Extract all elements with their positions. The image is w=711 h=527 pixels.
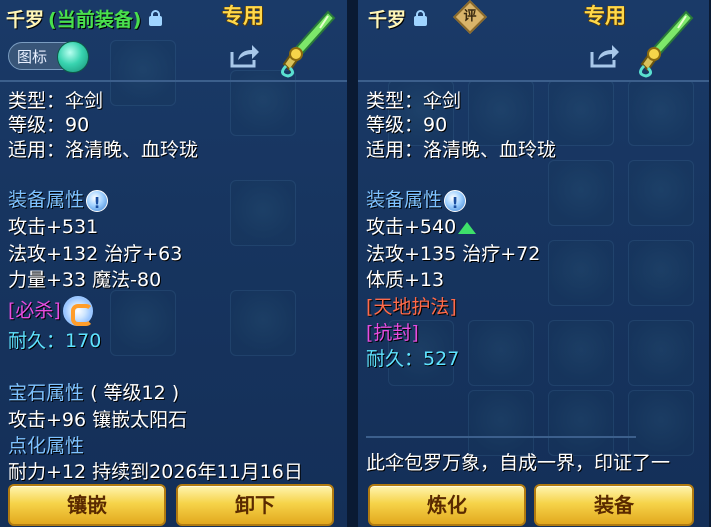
level-line: 等级：90 xyxy=(8,114,90,136)
up-arrow-icon xyxy=(458,221,477,234)
durability-label: 耐久： xyxy=(8,330,66,352)
exclusive-label: 专用 xyxy=(584,4,626,28)
attack-line: 攻击+540 xyxy=(366,214,477,240)
description-divider xyxy=(366,436,636,438)
item-description: 此伞包罗万象，自成一界，印证了一 xyxy=(366,452,671,474)
attr-line: 法攻+135 治疗+72 xyxy=(366,243,541,265)
item-title: 千罗 (当前装备) xyxy=(6,4,163,32)
attr-line: 法攻+132 治疗+63 xyxy=(8,243,183,265)
attr-line: 体质+13 xyxy=(366,269,445,291)
equip-button[interactable]: 装备 xyxy=(534,484,694,526)
attr-title: 装备属性 xyxy=(366,189,443,211)
suitable-line: 适用：洛清晚、血玲珑 xyxy=(8,139,199,161)
durability-value: 527 xyxy=(423,348,460,370)
gem-level: ( 等级12 ) xyxy=(90,382,180,404)
durability-line: 耐久：170 xyxy=(8,328,101,354)
crit-skill-icon[interactable] xyxy=(62,296,93,326)
gem-section: 宝石属性 ( 等级12 ) xyxy=(8,380,179,406)
header-divider xyxy=(0,80,347,82)
special-skill-line: [必杀] xyxy=(8,296,93,326)
special-skill: [抗封] xyxy=(366,322,419,344)
gem-title: 宝石属性 xyxy=(8,382,85,404)
info-icon[interactable] xyxy=(444,189,467,216)
durability-label: 耐久： xyxy=(366,348,424,370)
item-name: 千罗 xyxy=(368,8,407,31)
info-icon[interactable] xyxy=(86,189,109,216)
attr-line: 攻击+531 xyxy=(8,216,99,238)
refine-title: 点化属性 xyxy=(8,435,85,457)
current-equipment-panel: 千罗 (当前装备) 专用 图标 类型：伞剑 等级：90 适用：洛清晚、血玲珑 装… xyxy=(0,0,349,527)
suitable-line: 适用：洛清晚、血玲珑 xyxy=(366,139,557,161)
eval-badge-text: 评 xyxy=(463,9,477,24)
exclusive-label: 专用 xyxy=(222,4,264,28)
durability-value: 170 xyxy=(65,330,102,352)
unequip-button[interactable]: 卸下 xyxy=(176,484,334,526)
level-line: 等级：90 xyxy=(366,114,448,136)
header-divider xyxy=(358,80,709,82)
attr-line: 力量+33 魔法-80 xyxy=(8,269,162,291)
weapon-icon xyxy=(639,10,694,78)
toggle-knob[interactable] xyxy=(57,41,89,73)
item-name: 千罗 xyxy=(6,8,45,31)
attack-value: 攻击+540 xyxy=(366,216,457,238)
attr-section: 装备属性 xyxy=(8,187,109,216)
icon-toggle-label: 图标 xyxy=(17,47,48,66)
weapon-icon xyxy=(281,10,336,78)
special-skill: [天地护法] xyxy=(366,296,457,318)
gem-line: 攻击+96 镶嵌太阳石 xyxy=(8,409,188,431)
share-icon[interactable] xyxy=(228,42,260,70)
special-skill: [必杀] xyxy=(8,299,61,322)
attr-title: 装备属性 xyxy=(8,189,85,211)
durability-line: 耐久：527 xyxy=(366,346,459,372)
type-line: 类型：伞剑 xyxy=(8,90,104,112)
type-line: 类型：伞剑 xyxy=(366,90,462,112)
icon-toggle[interactable]: 图标 xyxy=(8,41,89,73)
share-icon[interactable] xyxy=(588,42,620,70)
panel-divider xyxy=(349,0,358,527)
current-equip-tag: (当前装备) xyxy=(48,8,142,31)
item-title: 千罗 xyxy=(368,4,428,32)
lock-icon[interactable] xyxy=(149,10,163,26)
refine-line: 耐力+12 持续到2026年11月16日 xyxy=(8,461,303,483)
compare-equipment-panel: 千罗 专用 类型：伞剑 等级：90 适用：洛清晚、血玲珑 装备属性 攻击+540… xyxy=(358,0,711,527)
refine-button[interactable]: 炼化 xyxy=(368,484,526,526)
inlay-button[interactable]: 镶嵌 xyxy=(8,484,166,526)
lock-icon[interactable] xyxy=(414,10,428,26)
attr-section: 装备属性 xyxy=(366,187,467,216)
